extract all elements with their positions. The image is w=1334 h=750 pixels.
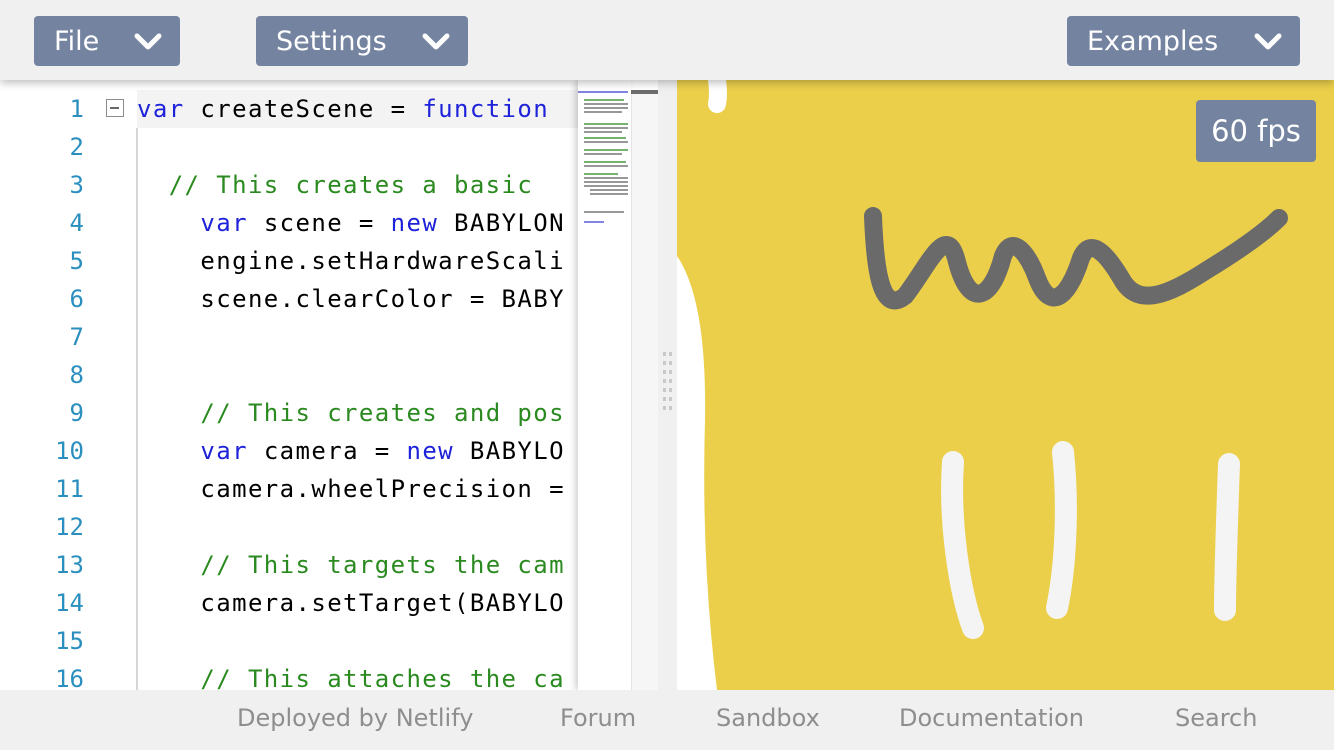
white-stroke-1 <box>941 451 984 639</box>
line-number-row: 2 <box>0 128 658 166</box>
line-number: 4 <box>69 209 84 237</box>
line-number: 16 <box>55 665 84 690</box>
code-line-11[interactable]: camera.wheelPrecision = <box>137 470 565 508</box>
code-line-9[interactable]: // This creates and pos <box>137 394 565 432</box>
white-stroke-3 <box>1214 453 1240 621</box>
white-shape <box>677 256 717 690</box>
code-line-13[interactable]: // This targets the cam <box>137 546 565 584</box>
footer: Deployed by Netlify Forum Sandbox Docume… <box>0 690 1334 750</box>
white-stroke-2 <box>1046 441 1077 619</box>
footer-link-search[interactable]: Search <box>1175 704 1257 732</box>
examples-menu-button[interactable]: Examples <box>1067 16 1300 66</box>
scrollbar-thumb[interactable] <box>631 90 658 94</box>
line-number: 8 <box>69 361 84 389</box>
gray-wave-stroke <box>864 207 1288 310</box>
line-number: 11 <box>55 475 84 503</box>
chevron-down-icon <box>422 33 450 50</box>
footer-link-netlify[interactable]: Deployed by Netlify <box>237 704 473 732</box>
line-number: 7 <box>69 323 84 351</box>
line-number: 12 <box>55 513 84 541</box>
code-editor[interactable]: 1 2 3 4 5 6 7 8 9 10 11 12 13 14 15 16 var createScene … <box>0 80 658 690</box>
code-line-16[interactable]: // This attaches the ca <box>137 660 565 690</box>
line-number-row: 7 <box>0 318 658 356</box>
line-number: 15 <box>55 627 84 655</box>
code-minimap[interactable] <box>578 80 631 690</box>
code-line-10[interactable]: var camera = new BABYLO <box>137 432 565 470</box>
line-number: 9 <box>69 399 84 427</box>
line-number: 3 <box>69 171 84 199</box>
file-menu-label: File <box>54 25 100 57</box>
code-line-6[interactable]: scene.clearColor = BABY <box>137 280 565 318</box>
drag-handle-icon <box>663 352 672 410</box>
code-line-14[interactable]: camera.setTarget(BABYLO <box>137 584 565 622</box>
footer-link-documentation[interactable]: Documentation <box>899 704 1084 732</box>
render-canvas[interactable]: 60 fps <box>677 80 1334 690</box>
top-toolbar: File Settings Examples <box>0 0 1334 80</box>
line-number: 10 <box>55 437 84 465</box>
line-number: 6 <box>69 285 84 313</box>
fps-counter: 60 fps <box>1196 100 1316 162</box>
code-line-4[interactable]: var scene = new BABYLON <box>137 204 565 242</box>
footer-link-sandbox[interactable]: Sandbox <box>716 704 820 732</box>
line-number-row: 15 <box>0 622 658 660</box>
code-line-5[interactable]: engine.setHardwareScali <box>137 242 565 280</box>
minimap-preview <box>578 91 628 223</box>
vertical-scrollbar[interactable] <box>631 94 658 690</box>
settings-menu-button[interactable]: Settings <box>256 16 468 66</box>
line-number: 14 <box>55 589 84 617</box>
code-line-1[interactable]: var createScene = function <box>137 90 549 128</box>
chevron-down-icon <box>134 33 162 50</box>
line-number-row: 12 <box>0 508 658 546</box>
white-stroke-top <box>708 80 727 113</box>
line-number: 13 <box>55 551 84 579</box>
chevron-down-icon <box>1254 33 1282 50</box>
examples-menu-label: Examples <box>1087 25 1219 57</box>
file-menu-button[interactable]: File <box>34 16 180 66</box>
line-number: 5 <box>69 247 84 275</box>
line-number: 1 <box>69 95 84 123</box>
line-number-row: 8 <box>0 356 658 394</box>
scene-drawing <box>677 80 1288 690</box>
pane-splitter[interactable] <box>658 80 677 690</box>
line-number: 2 <box>69 133 84 161</box>
footer-link-forum[interactable]: Forum <box>560 704 636 732</box>
settings-menu-label: Settings <box>276 25 387 57</box>
code-line-3[interactable]: // This creates a basic <box>137 166 533 204</box>
